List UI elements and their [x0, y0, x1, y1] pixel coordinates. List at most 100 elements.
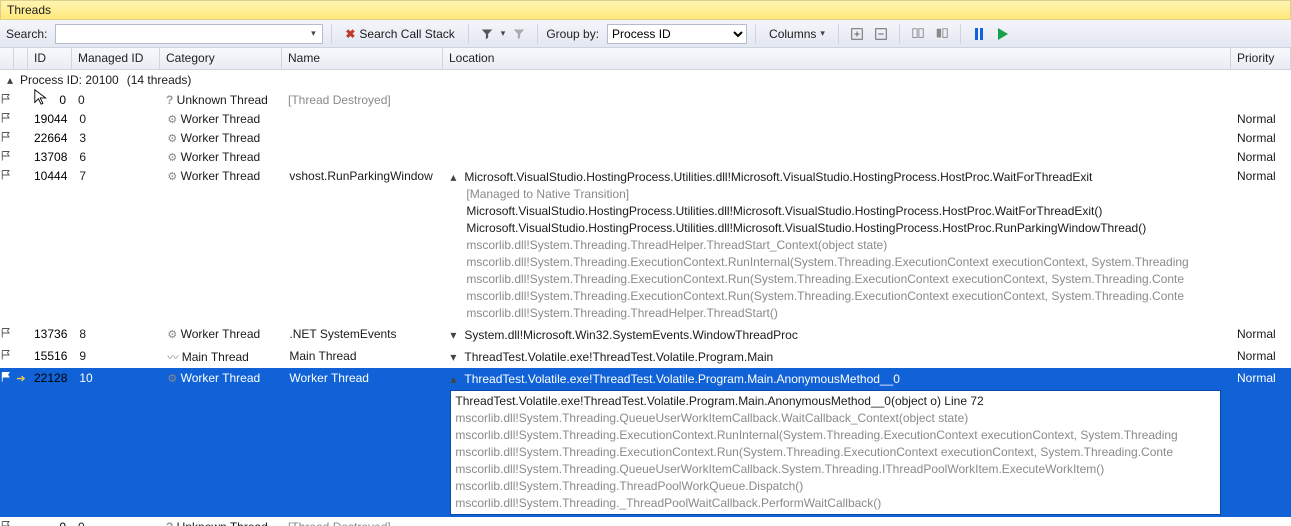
thread-name: vshost.RunParkingWindow — [283, 167, 444, 185]
managed-id: 0 — [72, 518, 160, 526]
thread-location — [444, 148, 1231, 152]
stack-frame: mscorlib.dll!System.Threading.ExecutionC… — [455, 427, 1216, 444]
flag-icon[interactable] — [0, 112, 14, 124]
filter-dropdown-icon[interactable]: ▾ — [501, 28, 506, 39]
col-priority[interactable]: Priority — [1231, 48, 1291, 69]
flag-icon[interactable] — [0, 169, 14, 181]
search-dropdown-icon[interactable]: ▾ — [306, 27, 320, 41]
thread-row[interactable]: ➔ 22128 10 ⚙ Worker Thread Worker Thread… — [0, 368, 1291, 517]
thread-name: [Thread Destroyed] — [282, 91, 443, 109]
thread-id: 0 — [28, 91, 72, 109]
search-input[interactable]: ▾ — [55, 24, 323, 44]
search-label: Search: — [6, 27, 47, 41]
search-callstack-button[interactable]: ✖ Search Call Stack — [340, 23, 459, 45]
chevron-down-icon[interactable]: ▾ — [450, 328, 462, 342]
thread-priority: Normal — [1231, 110, 1291, 128]
filter-flagged-button[interactable] — [509, 24, 529, 44]
thread-priority — [1231, 91, 1291, 95]
chevron-up-icon[interactable]: ▴ — [450, 372, 462, 386]
stack-frame: mscorlib.dll!System.Threading.ThreadPool… — [455, 478, 1216, 495]
thaw-threads-button[interactable] — [993, 24, 1013, 44]
thread-category: ⚙ Worker Thread — [161, 325, 283, 343]
col-category[interactable]: Category — [160, 48, 282, 69]
gear-icon: ⚙ — [167, 114, 177, 126]
threads-grid[interactable]: ▴ Process ID: 20100 (14 threads) 0 0 ? U… — [0, 70, 1291, 526]
thread-category: ? Unknown Thread — [160, 91, 282, 109]
wave-icon: 〰 — [167, 352, 178, 364]
expand-callstacks-button[interactable] — [847, 24, 867, 44]
col-current[interactable] — [14, 48, 28, 69]
managed-id: 8 — [73, 325, 161, 343]
funnel-icon — [481, 28, 493, 40]
toolbar: Search: ▾ ✖ Search Call Stack ▾ Group by… — [0, 20, 1291, 48]
pause-icon — [975, 28, 983, 40]
stack-frame: mscorlib.dll!System.Threading.ExecutionC… — [466, 271, 1225, 288]
stack-panel: ThreadTest.Volatile.exe!ThreadTest.Volat… — [450, 390, 1221, 515]
thread-category: ⚙ Worker Thread — [161, 369, 283, 387]
thread-id: 13736 — [28, 325, 73, 343]
managed-id: 6 — [73, 148, 161, 166]
thread-row[interactable]: 0 0 ? Unknown Thread [Thread Destroyed] — [0, 90, 1291, 109]
flag-icon[interactable] — [0, 150, 14, 162]
flag-icon[interactable] — [0, 327, 14, 339]
thread-name — [283, 129, 444, 133]
stack-frame: mscorlib.dll!System.Threading._ThreadPoo… — [455, 495, 1216, 512]
groupby-select[interactable]: Process ID — [607, 24, 747, 44]
stack-frame: mscorlib.dll!System.Threading.ThreadHelp… — [466, 237, 1225, 254]
flag-icon[interactable] — [0, 131, 14, 143]
thread-row[interactable]: 22664 3 ⚙ Worker Thread Normal — [0, 128, 1291, 147]
columns-button[interactable]: Columns▾ — [764, 23, 830, 45]
col-id[interactable]: ID — [28, 48, 72, 69]
managed-id: 3 — [73, 129, 161, 147]
thread-name: [Thread Destroyed] — [282, 518, 443, 526]
thread-row[interactable]: 0 0 ? Unknown Thread [Thread Destroyed] — [0, 517, 1291, 526]
funnel-flag-icon — [513, 28, 525, 40]
flag-icon[interactable] — [0, 520, 14, 526]
thread-priority: Normal — [1231, 347, 1291, 365]
location-text: Microsoft.VisualStudio.HostingProcess.Ut… — [464, 170, 1092, 184]
thread-location: ▴Microsoft.VisualStudio.HostingProcess.U… — [444, 167, 1231, 324]
stack-frame: mscorlib.dll!System.Threading.ExecutionC… — [466, 288, 1225, 305]
flag-button-2[interactable] — [932, 24, 952, 44]
col-location[interactable]: Location — [443, 48, 1231, 69]
filter-button[interactable] — [477, 24, 497, 44]
thread-row[interactable]: 13736 8 ⚙ Worker Thread .NET SystemEvent… — [0, 324, 1291, 346]
thread-name — [283, 148, 444, 152]
x-icon: ✖ — [345, 27, 355, 41]
flag-icon[interactable] — [0, 349, 14, 361]
thread-name: .NET SystemEvents — [283, 325, 444, 343]
thread-category: ⚙ Worker Thread — [161, 110, 283, 128]
thread-priority: Normal — [1231, 325, 1291, 343]
stack-frame: mscorlib.dll!System.Threading.ThreadHelp… — [466, 305, 1225, 322]
col-managed-id[interactable]: Managed ID — [72, 48, 160, 69]
thread-row[interactable]: 10444 7 ⚙ Worker Thread vshost.RunParkin… — [0, 166, 1291, 324]
thread-row[interactable]: 15516 9 〰 Main Thread Main Thread ▾Threa… — [0, 346, 1291, 368]
flag-icon[interactable] — [0, 93, 14, 105]
thread-category: ⚙ Worker Thread — [161, 129, 283, 147]
col-flag[interactable] — [0, 48, 14, 69]
freeze-threads-button[interactable] — [969, 24, 989, 44]
thread-location: ▾System.dll!Microsoft.Win32.SystemEvents… — [444, 325, 1231, 346]
group-row[interactable]: ▴ Process ID: 20100 (14 threads) — [0, 70, 1291, 90]
location-text: ThreadTest.Volatile.exe!ThreadTest.Volat… — [464, 350, 773, 364]
current-thread-arrow-icon: ➔ — [16, 373, 25, 385]
chevron-down-icon[interactable]: ▾ — [450, 350, 462, 364]
stack-frame: Microsoft.VisualStudio.HostingProcess.Ut… — [466, 203, 1225, 220]
thread-name: Worker Thread — [283, 369, 444, 387]
managed-id: 10 — [73, 369, 161, 387]
collapse-callstacks-button[interactable] — [871, 24, 891, 44]
flag-button-1[interactable] — [908, 24, 928, 44]
chevron-up-icon: ▴ — [4, 73, 16, 87]
chevron-up-icon[interactable]: ▴ — [450, 170, 462, 184]
flag-icon[interactable] — [0, 371, 14, 383]
thread-row[interactable]: 19044 0 ⚙ Worker Thread Normal — [0, 109, 1291, 128]
thread-id: 19044 — [28, 110, 73, 128]
col-name[interactable]: Name — [282, 48, 443, 69]
gear-icon: ⚙ — [167, 133, 177, 145]
thread-id: 10444 — [28, 167, 73, 185]
window-title: Threads — [0, 0, 1291, 20]
location-text: ThreadTest.Volatile.exe!ThreadTest.Volat… — [464, 372, 900, 386]
thread-row[interactable]: 13708 6 ⚙ Worker Thread Normal — [0, 147, 1291, 166]
location-text: System.dll!Microsoft.Win32.SystemEvents.… — [464, 328, 797, 342]
stack-frame: mscorlib.dll!System.Threading.QueueUserW… — [455, 461, 1216, 478]
